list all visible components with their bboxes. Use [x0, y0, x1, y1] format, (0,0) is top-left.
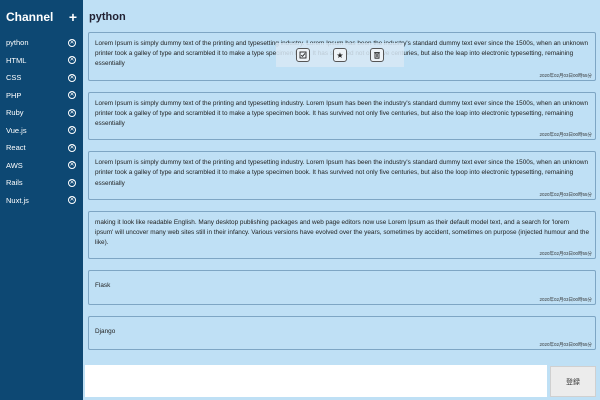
- remove-channel-icon[interactable]: ✕: [68, 56, 76, 65]
- message-input[interactable]: [85, 365, 547, 397]
- remove-channel-icon[interactable]: ✕: [68, 178, 76, 187]
- channel-item[interactable]: Nuxt.js ✕: [0, 192, 83, 210]
- main-panel: python Lorem Ipsum is simply dummy text …: [83, 0, 600, 400]
- message-text: Django: [95, 327, 116, 335]
- channel-item[interactable]: CSS ✕: [0, 69, 83, 87]
- message-timestamp: 2020年02月03日00時55分: [539, 251, 592, 257]
- channel-item[interactable]: Ruby ✕: [0, 104, 83, 122]
- message-card: making it look like readable English. Ma…: [88, 210, 596, 260]
- message-card: Flask 2020年02月03日00時55分: [88, 270, 596, 305]
- channel-label: Rails: [6, 178, 23, 188]
- trash-icon[interactable]: [370, 48, 385, 62]
- sidebar: Channel + python ✕ HTML ✕ CSS ✕ PHP ✕ Ruby ✕ …: [0, 0, 83, 400]
- channel-label: python: [6, 38, 29, 48]
- message-timestamp: 2020年02月03日00時55分: [539, 72, 592, 78]
- remove-channel-icon[interactable]: ✕: [68, 108, 76, 117]
- remove-channel-icon[interactable]: ✕: [68, 126, 76, 135]
- sidebar-header: Channel +: [0, 0, 83, 26]
- remove-channel-icon[interactable]: ✕: [68, 38, 76, 47]
- channel-label: Ruby: [6, 108, 24, 118]
- message-text: making it look like readable English. Ma…: [95, 218, 589, 247]
- remove-channel-icon[interactable]: ✕: [68, 161, 76, 170]
- add-channel-button[interactable]: +: [69, 10, 77, 24]
- channel-item[interactable]: AWS ✕: [0, 157, 83, 175]
- channel-item[interactable]: python ✕: [0, 34, 83, 52]
- channel-label: Vue.js: [6, 125, 27, 135]
- message-text: Lorem Ipsum is simply dummy text of the …: [95, 159, 589, 187]
- message-toolbar: ★: [276, 43, 404, 67]
- channel-label: React: [6, 143, 26, 153]
- channel-item[interactable]: Vue.js ✕: [0, 122, 83, 140]
- remove-channel-icon[interactable]: ✕: [68, 91, 76, 100]
- remove-channel-icon[interactable]: ✕: [68, 143, 76, 152]
- message-timestamp: 2020年02月03日00時55分: [539, 191, 592, 197]
- message-text: Lorem Ipsum is simply dummy text of the …: [95, 99, 589, 128]
- channel-label: Nuxt.js: [6, 195, 29, 205]
- message-card: Lorem Ipsum is simply dummy text of the …: [88, 91, 596, 141]
- channel-item[interactable]: HTML ✕: [0, 52, 83, 70]
- edit-icon[interactable]: [295, 48, 310, 62]
- message-text: Flask: [95, 282, 111, 290]
- remove-channel-icon[interactable]: ✕: [68, 196, 76, 205]
- page-title: python: [89, 11, 126, 23]
- remove-channel-icon[interactable]: ✕: [68, 73, 76, 82]
- submit-button[interactable]: 登録: [550, 366, 596, 397]
- message-timestamp: 2020年02月03日00時55分: [539, 132, 592, 138]
- channel-label: PHP: [6, 90, 22, 100]
- channel-list: python ✕ HTML ✕ CSS ✕ PHP ✕ Ruby ✕ Vue.js ✕ Re…: [0, 34, 83, 209]
- channel-label: AWS: [6, 160, 23, 170]
- channel-label: HTML: [6, 55, 27, 65]
- message-timestamp: 2020年02月03日00時55分: [539, 296, 592, 302]
- channel-label: CSS: [6, 73, 22, 83]
- message-card: Django 2020年02月03日00時55分: [88, 315, 596, 350]
- message-card: Lorem Ipsum is simply dummy text of the …: [88, 32, 596, 81]
- star-icon[interactable]: ★: [332, 48, 347, 62]
- channel-item[interactable]: Rails ✕: [0, 174, 83, 192]
- message-card: Lorem Ipsum is simply dummy text of the …: [88, 151, 596, 200]
- channel-item[interactable]: PHP ✕: [0, 87, 83, 105]
- sidebar-title: Channel: [6, 10, 54, 24]
- message-list: Lorem Ipsum is simply dummy text of the …: [88, 32, 596, 361]
- message-timestamp: 2020年02月03日00時55分: [539, 341, 592, 347]
- channel-item[interactable]: React ✕: [0, 139, 83, 157]
